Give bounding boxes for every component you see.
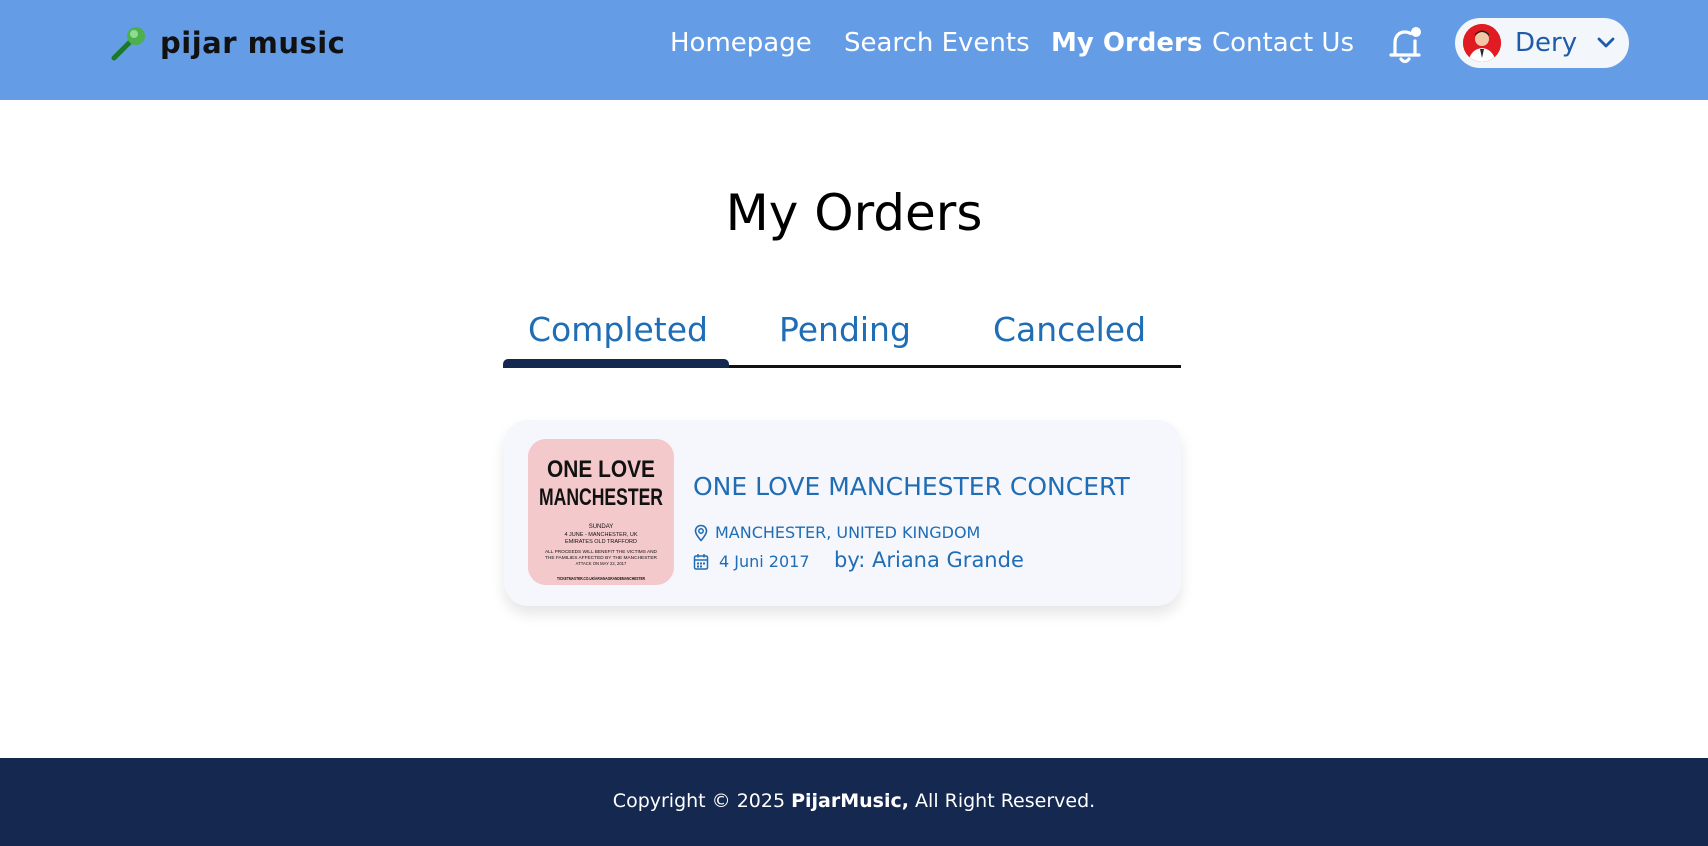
chevron-down-icon[interactable] bbox=[1595, 32, 1617, 54]
top-navbar: pijar music Homepage Search Events My Or… bbox=[0, 0, 1708, 100]
nav-contact-us[interactable]: Contact Us bbox=[1212, 26, 1354, 60]
event-date-text: 4 Juni 2017 bbox=[719, 552, 810, 571]
avatar bbox=[1463, 24, 1501, 62]
brand-name: pijar music bbox=[160, 26, 346, 60]
user-menu[interactable]: Dery bbox=[1455, 18, 1629, 68]
nav-my-orders[interactable]: My Orders bbox=[1051, 26, 1202, 60]
copyright-prefix: Copyright © 2025 bbox=[612, 790, 792, 812]
copyright-brand: PijarMusic, bbox=[791, 790, 909, 812]
tab-completed[interactable]: Completed bbox=[528, 308, 708, 352]
footer: Copyright © 2025 PijarMusic, All Right R… bbox=[0, 758, 1708, 846]
page-title: My Orders bbox=[725, 184, 983, 242]
calendar-icon bbox=[693, 553, 709, 570]
copyright-text: Copyright © 2025 PijarMusic, All Right R… bbox=[0, 788, 1708, 814]
microphone-icon bbox=[111, 27, 145, 61]
poster-note3: ATTACK ON MAY 22, 2017 bbox=[576, 561, 627, 566]
poster-line2: MANCHESTER bbox=[539, 484, 663, 511]
poster-details1: 4 JUNE - MANCHESTER, UK bbox=[564, 532, 637, 538]
nav-search-events[interactable]: Search Events bbox=[844, 26, 1030, 60]
nav-homepage[interactable]: Homepage bbox=[670, 26, 812, 60]
tab-canceled[interactable]: Canceled bbox=[993, 308, 1146, 352]
copyright-suffix: All Right Reserved. bbox=[909, 790, 1096, 812]
poster-note1: ALL PROCEEDS WILL BENEFIT THE VICTIMS AN… bbox=[545, 549, 657, 554]
order-card[interactable]: ONE LOVE MANCHESTER SUNDAY 4 JUNE - MANC… bbox=[504, 420, 1181, 606]
order-status-tabs: Completed Pending Canceled bbox=[503, 300, 1181, 368]
tab-pending[interactable]: Pending bbox=[779, 308, 911, 352]
user-name: Dery bbox=[1515, 28, 1578, 58]
bell-icon[interactable] bbox=[1386, 24, 1426, 66]
event-location: MANCHESTER, UNITED KINGDOM bbox=[693, 523, 980, 542]
brand-logo[interactable]: pijar music bbox=[108, 22, 345, 64]
event-location-text: MANCHESTER, UNITED KINGDOM bbox=[715, 523, 981, 542]
poster-note2: THE FAMILIES AFFECTED BY THE MANCHESTER bbox=[545, 555, 657, 560]
poster-day: SUNDAY bbox=[589, 524, 614, 530]
poster-site: TICKETMASTER.CO.UK/ARIANAGRANDEMANCHESTE… bbox=[557, 576, 645, 581]
event-poster: ONE LOVE MANCHESTER SUNDAY 4 JUNE - MANC… bbox=[528, 439, 674, 585]
active-tab-indicator bbox=[503, 359, 729, 368]
event-artist: by: Ariana Grande bbox=[834, 548, 1024, 572]
poster-details2: EMIRATES OLD TRAFFORD bbox=[565, 539, 637, 545]
event-title: ONE LOVE MANCHESTER CONCERT bbox=[693, 472, 1130, 501]
location-pin-icon bbox=[694, 524, 708, 542]
event-date: 4 Juni 2017 bbox=[693, 552, 810, 571]
poster-line1: ONE LOVE bbox=[547, 456, 655, 483]
